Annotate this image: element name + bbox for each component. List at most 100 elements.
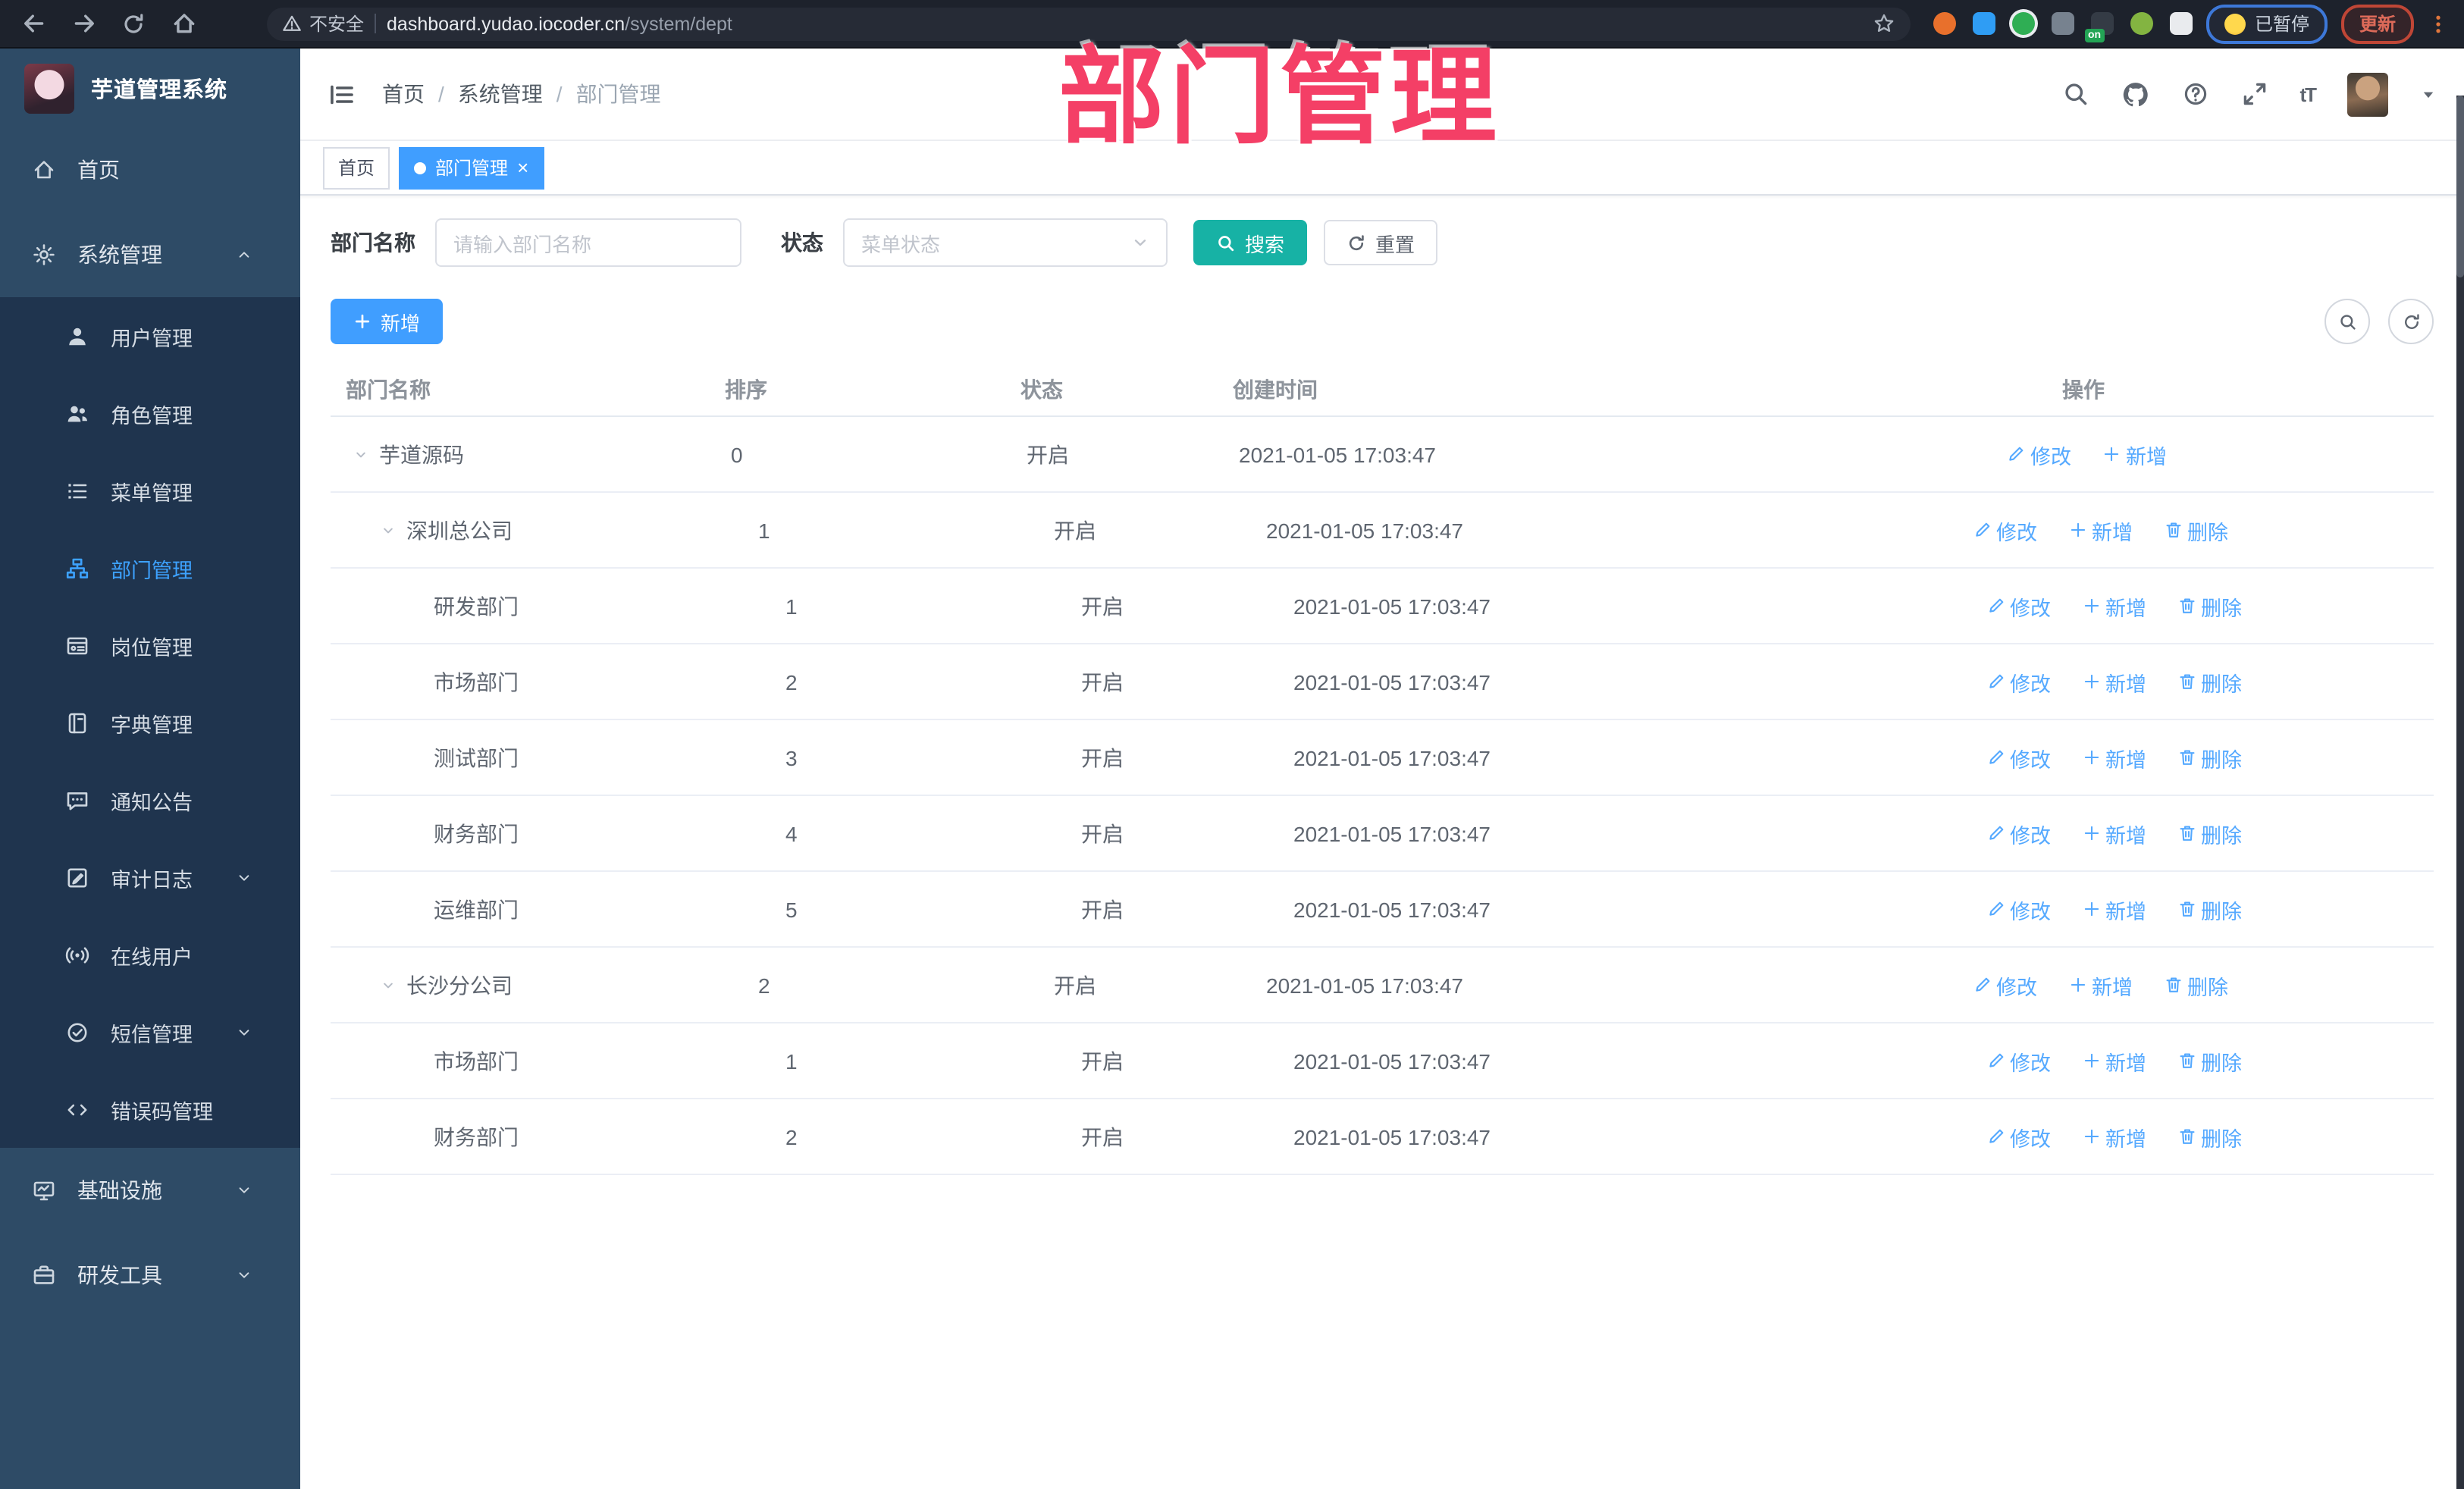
row-delete-link[interactable]: 删除 bbox=[2177, 591, 2242, 621]
sidebar-item-11[interactable]: 短信管理 bbox=[0, 993, 300, 1071]
browser-forward-icon[interactable] bbox=[65, 5, 102, 42]
content: 部门名称 请输入部门名称 状态 菜单状态 搜索 重置 新增 部门名称 排序 状态… bbox=[300, 196, 2464, 1489]
breadcrumb-item-1[interactable]: 系统管理 bbox=[458, 79, 543, 109]
row-delete-link[interactable]: 删除 bbox=[2177, 818, 2242, 848]
hamburger-icon[interactable] bbox=[321, 74, 361, 114]
row-edit-link[interactable]: 修改 bbox=[1986, 818, 2051, 848]
sidebar-item-1[interactable]: 系统管理 bbox=[0, 212, 300, 297]
row-add-link[interactable]: 新增 bbox=[2081, 742, 2146, 773]
row-delete-link[interactable]: 删除 bbox=[2177, 1045, 2242, 1076]
fontsize-icon[interactable]: tT bbox=[2299, 83, 2317, 105]
browser-reload-icon[interactable] bbox=[115, 5, 152, 42]
row-delete-link[interactable]: 删除 bbox=[2163, 515, 2228, 545]
toggle-search-button[interactable] bbox=[2324, 299, 2370, 344]
row-delete-link[interactable]: 删除 bbox=[2177, 666, 2242, 697]
row-delete-link[interactable]: 删除 bbox=[2177, 742, 2242, 773]
row-delete-link[interactable]: 删除 bbox=[2177, 894, 2242, 924]
extension-puzzle-icon[interactable] bbox=[2169, 12, 2193, 35]
row-expand-caret[interactable] bbox=[379, 976, 406, 994]
dept-name-input[interactable]: 请输入部门名称 bbox=[435, 218, 741, 267]
row-add-link[interactable]: 新增 bbox=[2081, 1045, 2146, 1076]
sidebar-item-5[interactable]: 部门管理 bbox=[0, 529, 300, 607]
row-add-link[interactable]: 新增 bbox=[2067, 970, 2133, 1000]
sidebar-item-13[interactable]: 基础设施 bbox=[0, 1148, 300, 1233]
row-expand-caret[interactable] bbox=[352, 445, 379, 463]
row-edit-link[interactable]: 修改 bbox=[1986, 591, 2051, 621]
row-edit-link[interactable]: 修改 bbox=[1986, 1045, 2051, 1076]
row-add-link[interactable]: 新增 bbox=[2081, 591, 2146, 621]
row-edit-link[interactable]: 修改 bbox=[1986, 1121, 2051, 1152]
browser-update-button[interactable]: 更新 bbox=[2340, 4, 2414, 43]
extension-grid-icon[interactable] bbox=[2051, 12, 2074, 35]
sidebar-item-6[interactable]: 岗位管理 bbox=[0, 607, 300, 684]
row-add-link[interactable]: 新增 bbox=[2081, 1121, 2146, 1152]
row-add-link[interactable]: 新增 bbox=[2081, 666, 2146, 697]
dept-name-cell: 长沙分公司 bbox=[331, 970, 758, 1000]
row-add-link[interactable]: 新增 bbox=[2067, 515, 2133, 545]
row-edit-link[interactable]: 修改 bbox=[1972, 970, 2037, 1000]
app-logo-row[interactable]: 芋道管理系统 bbox=[0, 49, 300, 127]
fullscreen-icon[interactable] bbox=[2240, 80, 2268, 108]
row-edit-link[interactable]: 修改 bbox=[1986, 666, 2051, 697]
sidebar-item-14[interactable]: 研发工具 bbox=[0, 1233, 300, 1318]
sidebar-item-4[interactable]: 菜单管理 bbox=[0, 452, 300, 529]
extension-green-check-icon[interactable] bbox=[2011, 12, 2035, 35]
extension-adblock-icon[interactable]: on bbox=[2084, 12, 2114, 42]
row-edit-link[interactable]: 修改 bbox=[1986, 894, 2051, 924]
status-select[interactable]: 菜单状态 bbox=[843, 218, 1168, 267]
sidebar-item-7[interactable]: 字典管理 bbox=[0, 684, 300, 761]
tag-tab-0[interactable]: 首页 bbox=[323, 146, 390, 189]
row-add-link[interactable]: 新增 bbox=[2081, 818, 2146, 848]
sidebar-item-2[interactable]: 用户管理 bbox=[0, 297, 300, 375]
sidebar-item-0[interactable]: 首页 bbox=[0, 127, 300, 212]
row-expand-caret[interactable] bbox=[379, 521, 406, 539]
row-add-link[interactable]: 新增 bbox=[2102, 439, 2167, 469]
extension-green-figure-icon[interactable] bbox=[2130, 12, 2153, 35]
tab-close-icon[interactable]: × bbox=[517, 158, 528, 177]
row-edit-link[interactable]: 修改 bbox=[2006, 439, 2071, 469]
update-label: 更新 bbox=[2359, 14, 2396, 35]
extension-orange-icon[interactable] bbox=[1933, 12, 1956, 35]
browser-scrollbar[interactable] bbox=[2456, 96, 2464, 1489]
github-icon[interactable] bbox=[2121, 80, 2149, 108]
scrollbar-thumb[interactable] bbox=[2456, 96, 2464, 277]
dept-table: 部门名称 排序 状态 创建时间 操作 芋道源码 0 开启 2021-01-05 … bbox=[331, 364, 2434, 1175]
sidebar-item-12[interactable]: 错误码管理 bbox=[0, 1071, 300, 1148]
profile-paused-chip[interactable]: 已暂停 bbox=[2205, 4, 2328, 43]
tag-tab-1[interactable]: 部门管理 × bbox=[399, 146, 544, 189]
sidebar-item-9[interactable]: 审计日志 bbox=[0, 839, 300, 916]
extension-location-icon[interactable] bbox=[1972, 12, 1995, 35]
security-warning[interactable]: 不安全 bbox=[282, 11, 364, 36]
browser-back-icon[interactable] bbox=[15, 5, 52, 42]
browser-menu-icon[interactable] bbox=[2428, 11, 2449, 36]
breadcrumb-item-0[interactable]: 首页 bbox=[382, 79, 425, 109]
help-icon[interactable] bbox=[2181, 80, 2209, 108]
created-cell: 2021-01-05 17:03:47 bbox=[1266, 973, 1463, 997]
sidebar-item-10[interactable]: 在线用户 bbox=[0, 916, 300, 993]
col-header-created: 创建时间 bbox=[1233, 378, 1318, 402]
reset-refresh-icon bbox=[1346, 233, 1366, 252]
breadcrumb-separator: / bbox=[438, 82, 444, 106]
sort-cell: 2 bbox=[785, 669, 798, 694]
status-cell: 开启 bbox=[1054, 518, 1096, 542]
refresh-table-button[interactable] bbox=[2388, 299, 2434, 344]
user-avatar[interactable] bbox=[2347, 72, 2388, 116]
sidebar-item-8[interactable]: 通知公告 bbox=[0, 761, 300, 839]
browser-home-icon[interactable] bbox=[165, 5, 202, 42]
reset-button[interactable]: 重置 bbox=[1324, 220, 1438, 265]
sidebar-item-3[interactable]: 角色管理 bbox=[0, 375, 300, 452]
sidebar-item-label: 研发工具 bbox=[77, 1263, 162, 1287]
table-header: 部门名称 排序 状态 创建时间 操作 bbox=[331, 364, 2434, 417]
row-edit-link[interactable]: 修改 bbox=[1986, 742, 2051, 773]
bookmark-star-icon[interactable] bbox=[1873, 12, 1895, 35]
avatar-caret-icon[interactable] bbox=[2420, 86, 2437, 102]
row-add-link[interactable]: 新增 bbox=[2081, 894, 2146, 924]
row-delete-link[interactable]: 删除 bbox=[2177, 1121, 2242, 1152]
chevron-down-icon bbox=[1131, 234, 1149, 252]
row-edit-link[interactable]: 修改 bbox=[1972, 515, 2037, 545]
row-delete-link[interactable]: 删除 bbox=[2163, 970, 2228, 1000]
url-bar[interactable]: 不安全 dashboard.yudao.iocoder.cn/system/de… bbox=[267, 7, 1911, 40]
search-icon[interactable] bbox=[2061, 80, 2089, 108]
add-dept-button[interactable]: 新增 bbox=[331, 299, 444, 344]
search-button[interactable]: 搜索 bbox=[1193, 220, 1308, 265]
